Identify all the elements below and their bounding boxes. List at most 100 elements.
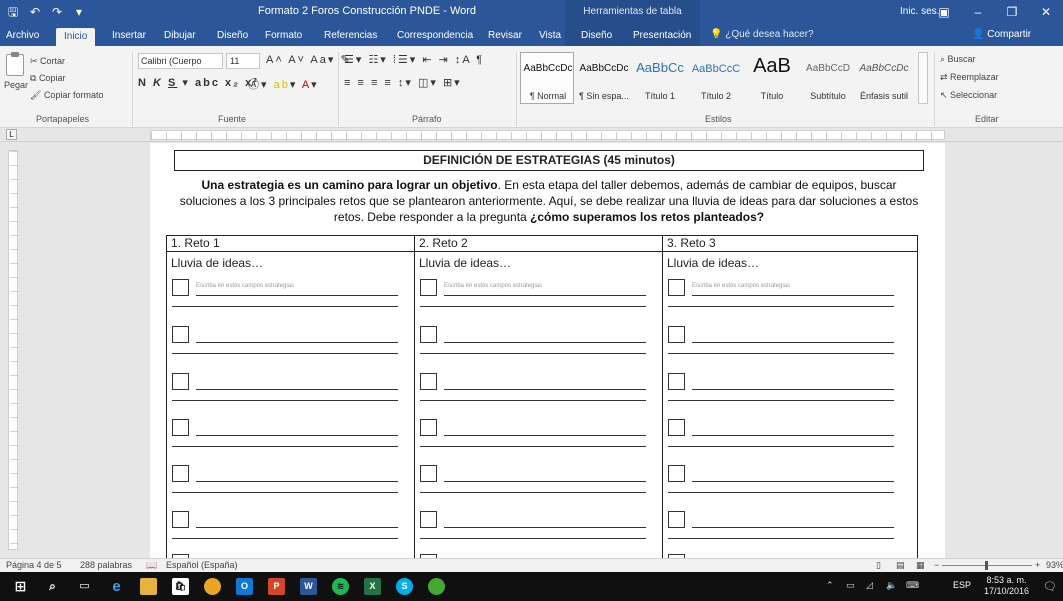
styles-group-label: Estilos xyxy=(705,114,732,124)
font-formatting-row[interactable]: N K S ▾ abc x₂ x² xyxy=(138,76,259,89)
search-icon[interactable]: ⌕ xyxy=(44,578,61,595)
spotify-icon[interactable]: ≋ xyxy=(332,578,349,595)
font-color-row[interactable]: Ⓐ▾ ab▾ A▾ xyxy=(248,76,319,92)
style-title[interactable]: AaB Título xyxy=(744,52,798,104)
tab-referencias[interactable]: Referencias xyxy=(324,27,377,46)
share-button[interactable]: 👤 Compartir xyxy=(972,29,1031,40)
find-button[interactable]: ⌕ Buscar xyxy=(940,54,976,65)
replace-button[interactable]: ⇄ Reemplazar xyxy=(940,72,999,83)
strategy-checkbox[interactable] xyxy=(420,465,437,482)
keyboard-icon[interactable]: ⌨ xyxy=(906,580,919,591)
tab-revisar[interactable]: Revisar xyxy=(488,27,522,46)
ribbon-display-icon[interactable]: ▣ xyxy=(927,0,961,24)
vertical-ruler[interactable] xyxy=(8,150,18,550)
save-icon[interactable]: 🖫 xyxy=(4,2,22,22)
style-heading-2[interactable]: AaBbCcC Título 2 xyxy=(688,52,742,104)
strategy-checkbox[interactable] xyxy=(172,373,189,390)
style-heading-1[interactable]: AaBbCc Título 1 xyxy=(632,52,686,104)
task-view-icon[interactable]: ▭ xyxy=(76,578,93,595)
strategy-checkbox[interactable] xyxy=(420,279,437,296)
input-language[interactable]: ESP xyxy=(953,580,971,590)
strategy-checkbox[interactable] xyxy=(172,326,189,343)
tab-table-diseno[interactable]: Diseño xyxy=(581,27,612,46)
paste-icon[interactable] xyxy=(6,52,24,76)
strategy-checkbox[interactable] xyxy=(668,326,685,343)
windows-start-icon[interactable]: ⊞ xyxy=(12,578,29,595)
file-explorer-icon[interactable] xyxy=(140,578,157,595)
language-indicator[interactable]: Español (España) xyxy=(166,560,238,570)
strategy-checkbox[interactable] xyxy=(668,419,685,436)
select-button[interactable]: ↖ Seleccionar xyxy=(940,90,997,101)
tab-archivo[interactable]: Archivo xyxy=(6,27,39,46)
powerpoint-icon[interactable]: P xyxy=(268,578,285,595)
document-page[interactable]: DEFINICIÓN DE ESTRATEGIAS (45 minutos) U… xyxy=(150,143,945,558)
tell-me-box[interactable]: 💡 ¿Qué desea hacer? xyxy=(710,29,814,40)
network-icon[interactable]: ◿ xyxy=(866,580,873,591)
strategy-checkbox[interactable] xyxy=(420,373,437,390)
outlook-icon[interactable]: O xyxy=(236,578,253,595)
style-no-spacing[interactable]: AaBbCcDc ¶ Sin espa... xyxy=(576,52,630,104)
edge-icon[interactable]: e xyxy=(108,578,125,595)
chrome-icon[interactable] xyxy=(204,578,221,595)
skype-icon[interactable]: S xyxy=(396,578,413,595)
print-layout-icon[interactable]: ▤ xyxy=(896,560,905,571)
tab-table-presentacion[interactable]: Presentación xyxy=(633,27,691,46)
strategy-checkbox[interactable] xyxy=(668,511,685,528)
system-clock[interactable]: 8:53 a. m. 17/10/2016 xyxy=(984,575,1029,597)
strategy-checkbox[interactable] xyxy=(668,373,685,390)
excel-icon[interactable]: X xyxy=(364,578,381,595)
zoom-out-icon[interactable]: − xyxy=(934,560,939,570)
zoom-in-icon[interactable]: + xyxy=(1035,560,1040,570)
customize-qat-icon[interactable]: ▾ xyxy=(70,2,88,22)
cut-button[interactable]: ✂ Cortar xyxy=(30,56,65,67)
strategy-checkbox[interactable] xyxy=(420,419,437,436)
tab-dibujar[interactable]: Dibujar xyxy=(164,27,196,46)
app-icon[interactable] xyxy=(428,578,445,595)
strategy-checkbox[interactable] xyxy=(172,465,189,482)
word-count[interactable]: 288 palabras xyxy=(80,560,132,570)
horizontal-ruler[interactable] xyxy=(150,130,945,140)
copy-button[interactable]: ⧉ Copiar xyxy=(30,73,65,84)
redo-icon[interactable]: ↷ xyxy=(48,2,66,22)
web-layout-icon[interactable]: ▦ xyxy=(916,560,925,571)
tab-vista[interactable]: Vista xyxy=(539,27,561,46)
style-subtitle[interactable]: AaBbCcD Subtítulo xyxy=(800,52,854,104)
store-icon[interactable]: 🛍 xyxy=(172,578,189,595)
styles-scroll[interactable] xyxy=(918,52,928,104)
tab-inicio[interactable]: Inicio xyxy=(56,28,96,46)
notifications-icon[interactable]: 🗨 xyxy=(1043,580,1057,593)
zoom-slider-thumb[interactable] xyxy=(985,561,988,570)
strategy-checkbox[interactable] xyxy=(172,511,189,528)
strategy-checkbox[interactable] xyxy=(172,419,189,436)
close-icon[interactable]: ✕ xyxy=(1029,0,1063,24)
font-name-box[interactable]: Calibri (Cuerpo xyxy=(138,53,223,69)
strategy-checkbox[interactable] xyxy=(420,511,437,528)
proofing-icon[interactable]: 📖 xyxy=(146,560,157,571)
strategy-checkbox[interactable] xyxy=(668,279,685,296)
restore-icon[interactable]: ❐ xyxy=(995,0,1029,24)
tab-insertar[interactable]: Insertar xyxy=(112,27,146,46)
tab-diseno[interactable]: Diseño xyxy=(217,27,248,46)
battery-icon[interactable]: ▭ xyxy=(846,580,855,591)
zoom-level[interactable]: 93% xyxy=(1046,560,1063,570)
page-count[interactable]: Página 4 de 5 xyxy=(6,560,62,570)
word-icon[interactable]: W xyxy=(300,578,317,595)
paste-button[interactable]: Pegar xyxy=(4,80,28,90)
style-normal[interactable]: AaBbCcDc ¶ Normal xyxy=(520,52,574,104)
font-size-box[interactable]: 11 xyxy=(226,53,260,69)
show-hidden-icons[interactable]: ⌃ xyxy=(826,580,834,591)
list-buttons[interactable]: ☰▾ ☷▾ ⁞☰▾ ⇤ ⇥ ↕A ¶ xyxy=(344,53,484,66)
tab-formato[interactable]: Formato xyxy=(265,27,302,46)
strategy-checkbox[interactable] xyxy=(420,326,437,343)
format-painter-button[interactable]: 🖌 Copiar formato xyxy=(30,90,103,101)
read-mode-icon[interactable]: ▯ xyxy=(876,560,881,571)
strategy-checkbox[interactable] xyxy=(172,279,189,296)
style-subtle-emphasis[interactable]: AaBbCcDc Énfasis sutil xyxy=(856,52,910,104)
alignment-buttons[interactable]: ≡ ≡ ≡ ≡ ↕▾ ◫▾ ⊞▾ xyxy=(344,76,462,89)
strategy-checkbox[interactable] xyxy=(668,465,685,482)
minimize-icon[interactable]: – xyxy=(961,0,995,24)
tab-selector[interactable]: L xyxy=(6,129,17,140)
tab-correspondencia[interactable]: Correspondencia xyxy=(397,27,473,46)
volume-icon[interactable]: 🔈 xyxy=(886,580,897,591)
undo-icon[interactable]: ↶ xyxy=(26,2,44,22)
